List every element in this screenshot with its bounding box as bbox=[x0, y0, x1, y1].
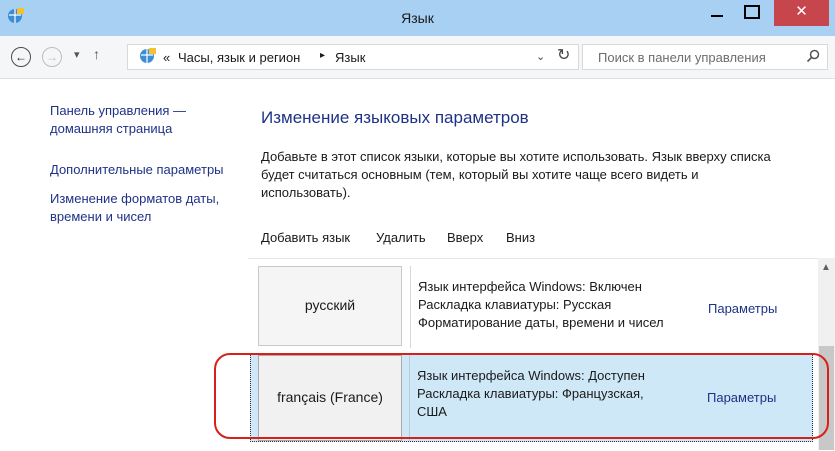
description-line-1: Добавьте в этот список языки, которые вы… bbox=[261, 149, 771, 164]
forward-button[interactable]: → bbox=[42, 47, 62, 67]
breadcrumb-overflow[interactable]: « bbox=[163, 50, 170, 65]
remove-button[interactable]: Удалить bbox=[376, 230, 426, 245]
add-language-button[interactable]: Добавить язык bbox=[261, 230, 350, 245]
language-info: Язык интерфейса Windows: Включен Расклад… bbox=[418, 278, 664, 332]
search-placeholder: Поиск в панели управления bbox=[598, 50, 766, 65]
recent-pages-dropdown-icon[interactable]: ▾ bbox=[74, 48, 80, 61]
maximize-button[interactable] bbox=[734, 0, 768, 26]
language-info-line: Раскладка клавиатуры: Русская bbox=[418, 297, 612, 312]
refresh-icon[interactable]: ↻ bbox=[557, 45, 570, 65]
minimize-button[interactable] bbox=[700, 0, 734, 26]
description-line-3: использовать). bbox=[261, 185, 351, 200]
breadcrumb-language[interactable]: Язык bbox=[335, 50, 365, 65]
page-description: Добавьте в этот список языки, которые вы… bbox=[261, 148, 821, 202]
move-up-button[interactable]: Вверх bbox=[447, 230, 483, 245]
up-arrow-icon[interactable]: ↑ bbox=[93, 46, 100, 62]
breadcrumb-clock-language-region[interactable]: Часы, язык и регион bbox=[178, 50, 300, 65]
close-icon: ✕ bbox=[795, 3, 808, 20]
back-button[interactable]: ← bbox=[11, 47, 31, 67]
description-line-2: будет считаться основным (тем, который в… bbox=[261, 167, 699, 182]
language-name: русский bbox=[304, 297, 356, 313]
sidebar-item-date-formats-line2: времени и чисел bbox=[50, 209, 152, 224]
search-input[interactable]: Поиск в панели управления bbox=[582, 44, 828, 70]
sidebar-item-advanced-settings[interactable]: Дополнительные параметры bbox=[50, 161, 224, 179]
search-icon[interactable] bbox=[805, 48, 821, 64]
sidebar-item-date-formats[interactable]: Изменение форматов даты, времени и чисел bbox=[50, 190, 219, 226]
language-row-russian[interactable]: русский Язык интерфейса Windows: Включен… bbox=[248, 263, 818, 351]
scroll-up-icon[interactable]: ▲ bbox=[821, 262, 831, 273]
page-title: Изменение языковых параметров bbox=[261, 108, 529, 127]
sidebar-item-home[interactable]: Панель управления — домашняя страница bbox=[50, 102, 186, 138]
row-divider bbox=[410, 266, 411, 348]
sidebar-item-home-line2: домашняя страница bbox=[50, 121, 173, 136]
breadcrumb-arrow-icon[interactable]: ▸ bbox=[320, 50, 325, 61]
language-options-link[interactable]: Параметры bbox=[708, 301, 777, 316]
minimize-icon bbox=[711, 15, 723, 17]
maximize-icon bbox=[744, 5, 760, 19]
language-info-line: Язык интерфейса Windows: Включен bbox=[418, 279, 642, 294]
sidebar-item-date-formats-line1: Изменение форматов даты, bbox=[50, 191, 220, 206]
language-info-line: Форматирование даты, времени и чисел bbox=[418, 315, 664, 330]
move-down-button[interactable]: Вниз bbox=[506, 230, 535, 245]
highlight-annotation bbox=[214, 353, 829, 439]
title-bar: Язык ✕ bbox=[0, 0, 835, 36]
address-dropdown-icon[interactable]: ⌄ bbox=[536, 50, 545, 63]
close-button[interactable]: ✕ bbox=[774, 0, 829, 26]
language-tile[interactable]: русский bbox=[258, 266, 402, 346]
sidebar-item-home-line1: Панель управления — bbox=[50, 103, 187, 118]
control-panel-location-icon bbox=[140, 48, 156, 63]
